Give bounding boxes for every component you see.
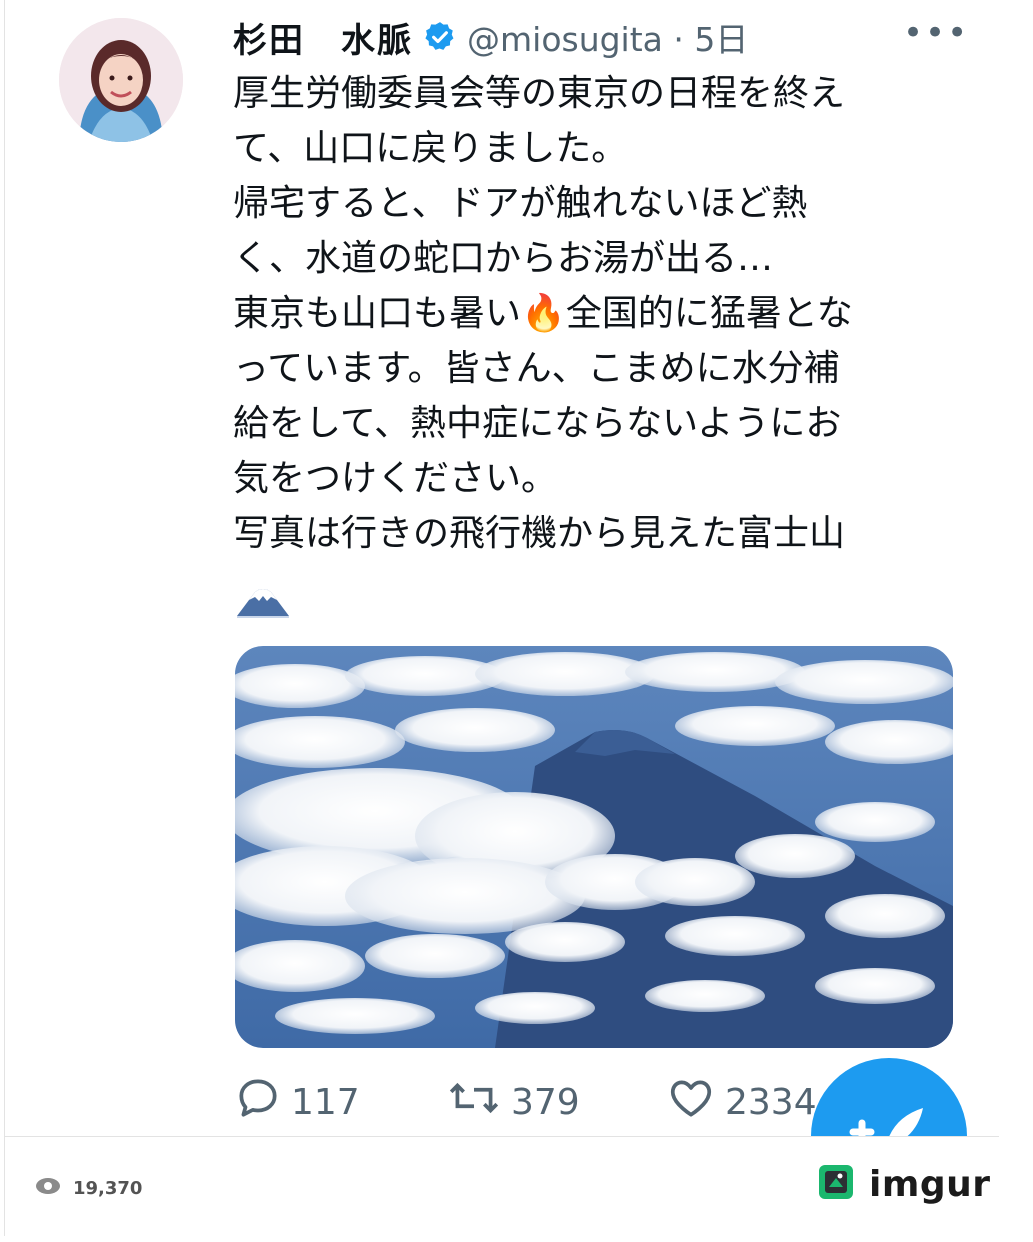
heart-icon bbox=[665, 1073, 725, 1132]
eye-icon bbox=[35, 1177, 61, 1200]
avatar[interactable] bbox=[59, 18, 183, 142]
tweet-text-line: 東京も山口も暑い🔥全国的に猛暑とな bbox=[233, 293, 853, 334]
tweet-text-line: 厚生労働委員会等の東京の日程を終え bbox=[233, 73, 846, 114]
more-options-icon[interactable]: ••• bbox=[903, 16, 969, 50]
verified-badge-icon bbox=[423, 20, 457, 54]
tweet-text-line: 写真は行きの飛行機から見えた富士山 bbox=[233, 513, 846, 554]
imgur-footer: 19,370 imgur bbox=[5, 1136, 999, 1237]
view-count-value: 19,370 bbox=[73, 1178, 143, 1199]
retweet-icon bbox=[445, 1073, 511, 1132]
retweet-button[interactable]: 379 bbox=[445, 1072, 580, 1132]
post-frame: 杉田 水脈 @miosugita · 5日 ••• 厚生労働委員会等の東京の日程… bbox=[4, 0, 999, 1237]
reply-icon bbox=[233, 1073, 291, 1132]
reply-button[interactable]: 117 bbox=[233, 1072, 360, 1132]
reply-count: 117 bbox=[291, 1081, 360, 1123]
retweet-count: 379 bbox=[511, 1081, 580, 1123]
compose-feather-icon bbox=[849, 1108, 923, 1136]
like-count: 2334 bbox=[725, 1081, 817, 1123]
author-name[interactable]: 杉田 水脈 bbox=[233, 13, 413, 62]
like-button[interactable]: 2334 bbox=[665, 1072, 817, 1132]
tweet-text-line: っています。皆さん、こまめに水分補 bbox=[233, 348, 840, 389]
tweet-text-line: て、山口に戻りました。 bbox=[233, 128, 628, 169]
imgur-logo-icon bbox=[817, 1163, 855, 1205]
imgur-wordmark: imgur bbox=[869, 1163, 991, 1205]
tweet-text-line: 給をして、熱中症にならないようにお bbox=[233, 403, 842, 444]
tweet-text-line: 気をつけください。 bbox=[233, 458, 558, 499]
imgur-logo[interactable]: imgur bbox=[817, 1163, 991, 1205]
handle-and-timestamp[interactable]: @miosugita · 5日 bbox=[467, 13, 748, 61]
tweet-header: 杉田 水脈 @miosugita · 5日 bbox=[233, 13, 748, 62]
mount-fuji-icon bbox=[235, 582, 291, 622]
compose-tweet-button[interactable] bbox=[811, 1058, 967, 1136]
tweet-photo[interactable] bbox=[235, 646, 953, 1048]
tweet-card[interactable]: 杉田 水脈 @miosugita · 5日 ••• 厚生労働委員会等の東京の日程… bbox=[5, 0, 999, 1136]
tweet-text-line: 帰宅すると、ドアが触れないほど熱 bbox=[233, 183, 808, 224]
tweet-text-line: く、水道の蛇口からお湯が出る… bbox=[233, 238, 774, 279]
tweet-text: 厚生労働委員会等の東京の日程を終え て、山口に戻りました。 帰宅すると、ドアが触… bbox=[233, 66, 973, 561]
view-count: 19,370 bbox=[35, 1177, 142, 1200]
